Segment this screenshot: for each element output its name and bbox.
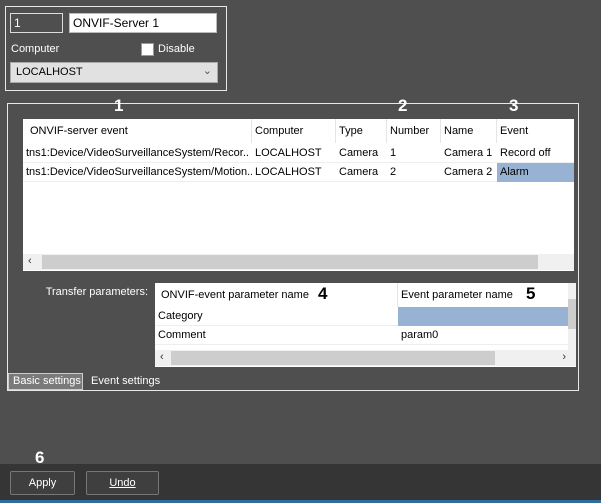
transfer-parameters-label: Transfer parameters: [45,286,148,298]
cell-event: tns1:Device/VideoSurveillanceSystem/Moti… [26,166,252,178]
transfer-parameters-table: ONVIF-event parameter name Event paramet… [155,283,576,367]
column-header-onvif-param[interactable]: ONVIF-event parameter name [158,283,398,307]
scrollbar-thumb[interactable] [42,255,538,269]
annotation-1: 1 [114,96,124,115]
table-row[interactable]: Category [155,307,568,326]
column-header-event[interactable]: ONVIF-server event [27,119,252,143]
cell-event-type-selected[interactable]: Alarm [497,163,574,182]
annotation-4: 4 [318,284,328,303]
annotation-2: 2 [398,96,408,115]
server-name-field[interactable]: ONVIF-Server 1 [69,13,217,33]
apply-button[interactable]: Apply [10,471,75,495]
column-header-event-param[interactable]: Event parameter name [398,283,568,307]
horizontal-scrollbar[interactable]: ‹ › [155,350,576,366]
annotation-5: 5 [526,284,536,303]
disable-label: Disable [158,43,195,55]
cell-param-value[interactable]: param0 [398,326,568,345]
column-header-type[interactable]: Type [336,119,387,143]
cell-name: Camera 1 [444,147,493,159]
computer-dropdown[interactable]: LOCALHOST ⌄ [10,62,218,83]
cell-computer: LOCALHOST [255,147,322,159]
cell-param-name: Category [158,310,203,322]
cell-number: 2 [390,166,397,178]
undo-button[interactable]: Undo [86,471,159,495]
column-header-computer[interactable]: Computer [252,119,336,143]
computer-label: Computer [11,43,60,55]
computer-dropdown-value: LOCALHOST [16,66,83,78]
events-table: ONVIF-server event Computer Type Number … [23,119,574,271]
vertical-scrollbar[interactable] [568,283,576,350]
table-row[interactable]: Comment param0 [155,326,568,345]
scrollbar-thumb[interactable] [568,299,576,329]
cell-event: tns1:Device/VideoSurveillanceSystem/Reco… [26,147,249,159]
tab-event-settings[interactable]: Event settings [91,374,160,389]
cell-param-value-selected[interactable] [398,307,568,326]
scrollbar-thumb[interactable] [171,351,495,365]
horizontal-scrollbar[interactable]: ‹ [23,254,574,270]
table-row[interactable]: tns1:Device/VideoSurveillanceSystem/Moti… [23,163,574,182]
cell-computer: LOCALHOST [255,166,322,178]
server-id-field[interactable]: 1 [10,13,63,33]
scroll-right-icon[interactable]: › [562,351,566,363]
table-row[interactable]: tns1:Device/VideoSurveillanceSystem/Reco… [23,144,574,163]
disable-checkbox[interactable] [141,43,154,56]
cell-number: 1 [390,147,397,159]
cell-type: Camera [339,147,379,159]
column-header-event-type[interactable]: Event [497,119,574,143]
column-header-number[interactable]: Number [387,119,441,143]
chevron-down-icon: ⌄ [202,65,212,77]
cell-name: Camera 2 [444,166,493,178]
annotation-3: 3 [509,96,519,115]
cell-event-type[interactable]: Record off [497,144,574,163]
scroll-left-icon[interactable]: ‹ [28,255,32,267]
cell-param-name: Comment [158,329,206,341]
tab-basic-settings[interactable]: Basic settings [8,373,83,390]
scroll-left-icon[interactable]: ‹ [160,351,164,363]
column-header-name[interactable]: Name [441,119,497,143]
cell-type: Camera [339,166,379,178]
